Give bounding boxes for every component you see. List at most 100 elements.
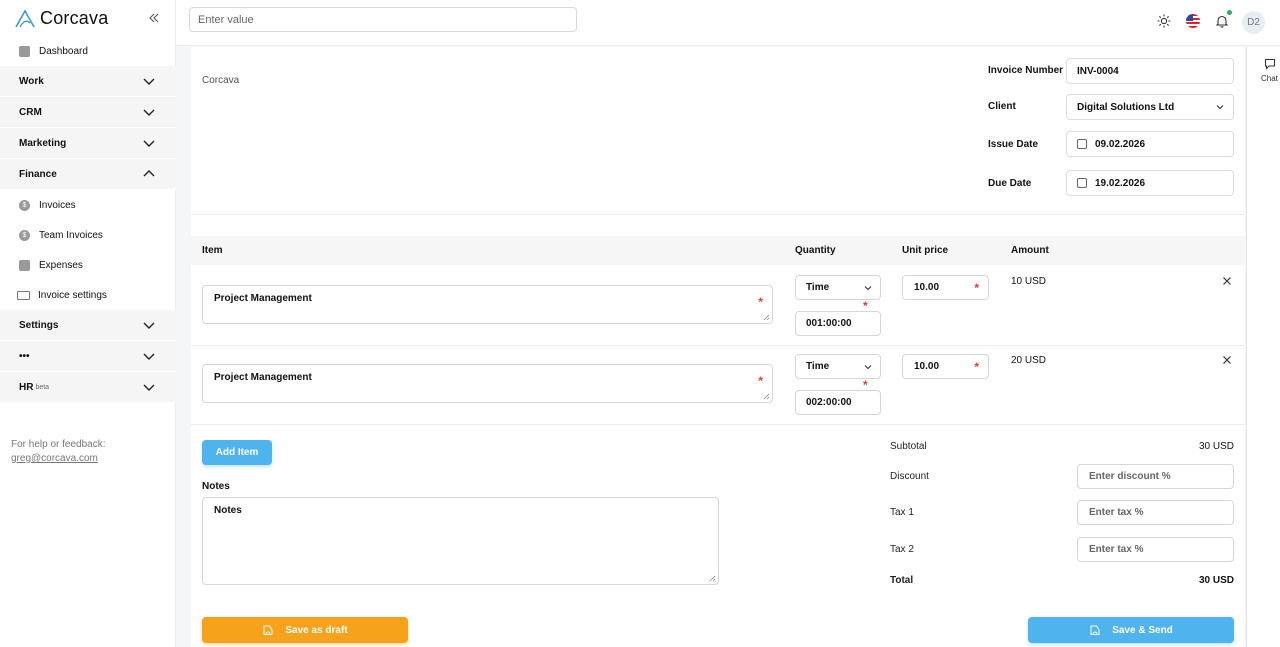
invoice-number-field[interactable]: INV-0004 xyxy=(1066,58,1234,84)
sidebar-group-settings[interactable]: Settings xyxy=(0,310,176,341)
tax2-input[interactable]: Enter tax % xyxy=(1077,537,1234,562)
sidebar-group-more[interactable]: ••• xyxy=(0,341,176,372)
sidebar-item-invoices[interactable]: $ Invoices xyxy=(0,190,176,220)
item-description-input[interactable]: Project Management * xyxy=(202,364,773,403)
issue-date-value: 09.02.2026 xyxy=(1095,138,1146,150)
bell-icon xyxy=(1215,15,1229,28)
sidebar-group-finance[interactable]: Finance xyxy=(0,159,176,190)
resize-handle-icon[interactable] xyxy=(763,314,770,321)
sidebar-item-invoice-settings[interactable]: Invoice settings xyxy=(0,280,176,310)
unit-price-input[interactable]: 10.00 * xyxy=(902,354,989,379)
required-marker: * xyxy=(974,281,979,295)
total-value: 30 USD xyxy=(1198,575,1234,586)
theme-toggle-button[interactable] xyxy=(1155,12,1173,30)
sidebar-group-hr[interactable]: HR beta xyxy=(0,372,176,403)
sidebar-group-work[interactable]: Work xyxy=(0,66,176,97)
close-icon[interactable] xyxy=(1222,355,1232,365)
sidebar-item-expenses[interactable]: Expenses xyxy=(0,250,176,280)
issue-date-field[interactable]: 09.02.2026 xyxy=(1066,131,1234,157)
notes-label: Notes xyxy=(202,481,230,492)
sidebar-item-label: Invoices xyxy=(39,199,76,211)
row-amount: 10 USD xyxy=(1011,276,1047,287)
quantity-type-select[interactable]: Time xyxy=(795,354,881,379)
language-button[interactable] xyxy=(1184,12,1202,30)
col-quantity: Quantity xyxy=(795,245,836,256)
quantity-type-value: Time xyxy=(806,282,830,293)
divider xyxy=(191,214,1245,215)
top-bar: D2 xyxy=(176,0,1280,46)
notes-textarea[interactable]: Notes xyxy=(202,497,719,585)
chat-panel-tab[interactable]: Chat xyxy=(1246,47,1280,647)
client-select[interactable]: Digital Solutions Ltd xyxy=(1066,94,1234,120)
due-date-field[interactable]: 19.02.2026 xyxy=(1066,170,1234,196)
notes-value: Notes xyxy=(214,505,242,516)
logo-icon xyxy=(15,8,35,27)
tax2-label: Tax 2 xyxy=(890,544,914,555)
help-feedback: For help or feedback: greg@corcava.com xyxy=(11,438,106,466)
quantity-time-input[interactable]: 001:00:00 xyxy=(795,311,881,336)
sidebar: Corcava Dashboard Work CRM Marketing Fin… xyxy=(0,0,176,647)
close-icon[interactable] xyxy=(1222,276,1232,286)
sidebar-group-label: Settings xyxy=(19,319,59,331)
app-name: Corcava xyxy=(40,8,109,28)
sidebar-group-marketing[interactable]: Marketing xyxy=(0,128,176,159)
sidebar-group-label: Finance xyxy=(19,168,57,180)
chevron-down-icon xyxy=(143,140,155,147)
unit-price-value: 10.00 xyxy=(914,282,940,293)
collapse-sidebar-icon[interactable] xyxy=(148,12,160,24)
discount-input[interactable]: Enter discount % xyxy=(1077,464,1234,489)
subtotal-label: Subtotal xyxy=(890,441,927,452)
calendar-icon xyxy=(1077,139,1087,149)
unit-price-value: 10.00 xyxy=(914,361,940,372)
avatar[interactable]: D2 xyxy=(1242,11,1265,34)
item-description-input[interactable]: Project Management * xyxy=(202,285,773,324)
total-label: Total xyxy=(890,575,914,586)
logo[interactable]: Corcava xyxy=(14,8,108,29)
row-divider xyxy=(191,345,1245,346)
search-input[interactable] xyxy=(189,7,577,32)
sidebar-item-team-invoices[interactable]: $ Team Invoices xyxy=(0,220,176,250)
dashboard-icon xyxy=(19,45,30,57)
chat-icon xyxy=(1265,59,1275,70)
add-item-button[interactable]: Add Item xyxy=(202,440,272,465)
chevron-down-icon xyxy=(143,78,155,85)
row-amount: 20 USD xyxy=(1011,355,1047,366)
save-and-send-button[interactable]: Save & Send xyxy=(1028,617,1234,643)
help-text: For help or feedback: xyxy=(11,439,106,450)
discount-label: Discount xyxy=(890,471,929,482)
save-icon xyxy=(1090,625,1100,635)
sun-icon xyxy=(1157,14,1171,28)
sidebar-item-dashboard[interactable]: Dashboard xyxy=(0,36,176,66)
col-item: Item xyxy=(202,245,223,256)
tax2-placeholder: Enter tax % xyxy=(1089,544,1144,555)
save-and-send-label: Save & Send xyxy=(1112,624,1173,636)
invoice-number-label: Invoice Number xyxy=(988,65,1064,76)
quantity-type-value: Time xyxy=(806,361,830,372)
tax1-input[interactable]: Enter tax % xyxy=(1077,500,1234,525)
us-flag-icon xyxy=(1186,14,1200,28)
required-marker: * xyxy=(758,374,763,388)
invoice-form: Corcava Invoice Number INV-0004 Client D… xyxy=(191,47,1245,647)
chevron-down-icon xyxy=(143,322,155,329)
resize-handle-icon[interactable] xyxy=(709,575,716,582)
quantity-time-value: 001:00:00 xyxy=(806,318,852,329)
quantity-time-input[interactable]: 002:00:00 xyxy=(795,390,881,415)
chat-label: Chat xyxy=(1261,74,1278,83)
sidebar-group-label: Work xyxy=(19,75,44,87)
sidebar-group-crm[interactable]: CRM xyxy=(0,97,176,128)
unit-price-input[interactable]: 10.00 * xyxy=(902,275,989,300)
sidebar-group-label: CRM xyxy=(19,106,42,118)
card-icon xyxy=(17,290,30,300)
save-as-draft-button[interactable]: Save as draft xyxy=(202,617,408,643)
help-email-link[interactable]: greg@corcava.com xyxy=(11,453,98,464)
sidebar-item-label: Dashboard xyxy=(39,45,88,57)
company-name: Corcava xyxy=(202,75,240,86)
save-as-draft-label: Save as draft xyxy=(285,624,348,636)
quantity-type-select[interactable]: Time xyxy=(795,275,881,300)
chevron-down-icon xyxy=(143,384,155,391)
discount-placeholder: Enter discount % xyxy=(1089,471,1171,482)
chevron-down-icon xyxy=(1216,105,1224,110)
sidebar-item-label: Expenses xyxy=(39,259,83,271)
save-icon xyxy=(263,625,273,635)
resize-handle-icon[interactable] xyxy=(763,393,770,400)
